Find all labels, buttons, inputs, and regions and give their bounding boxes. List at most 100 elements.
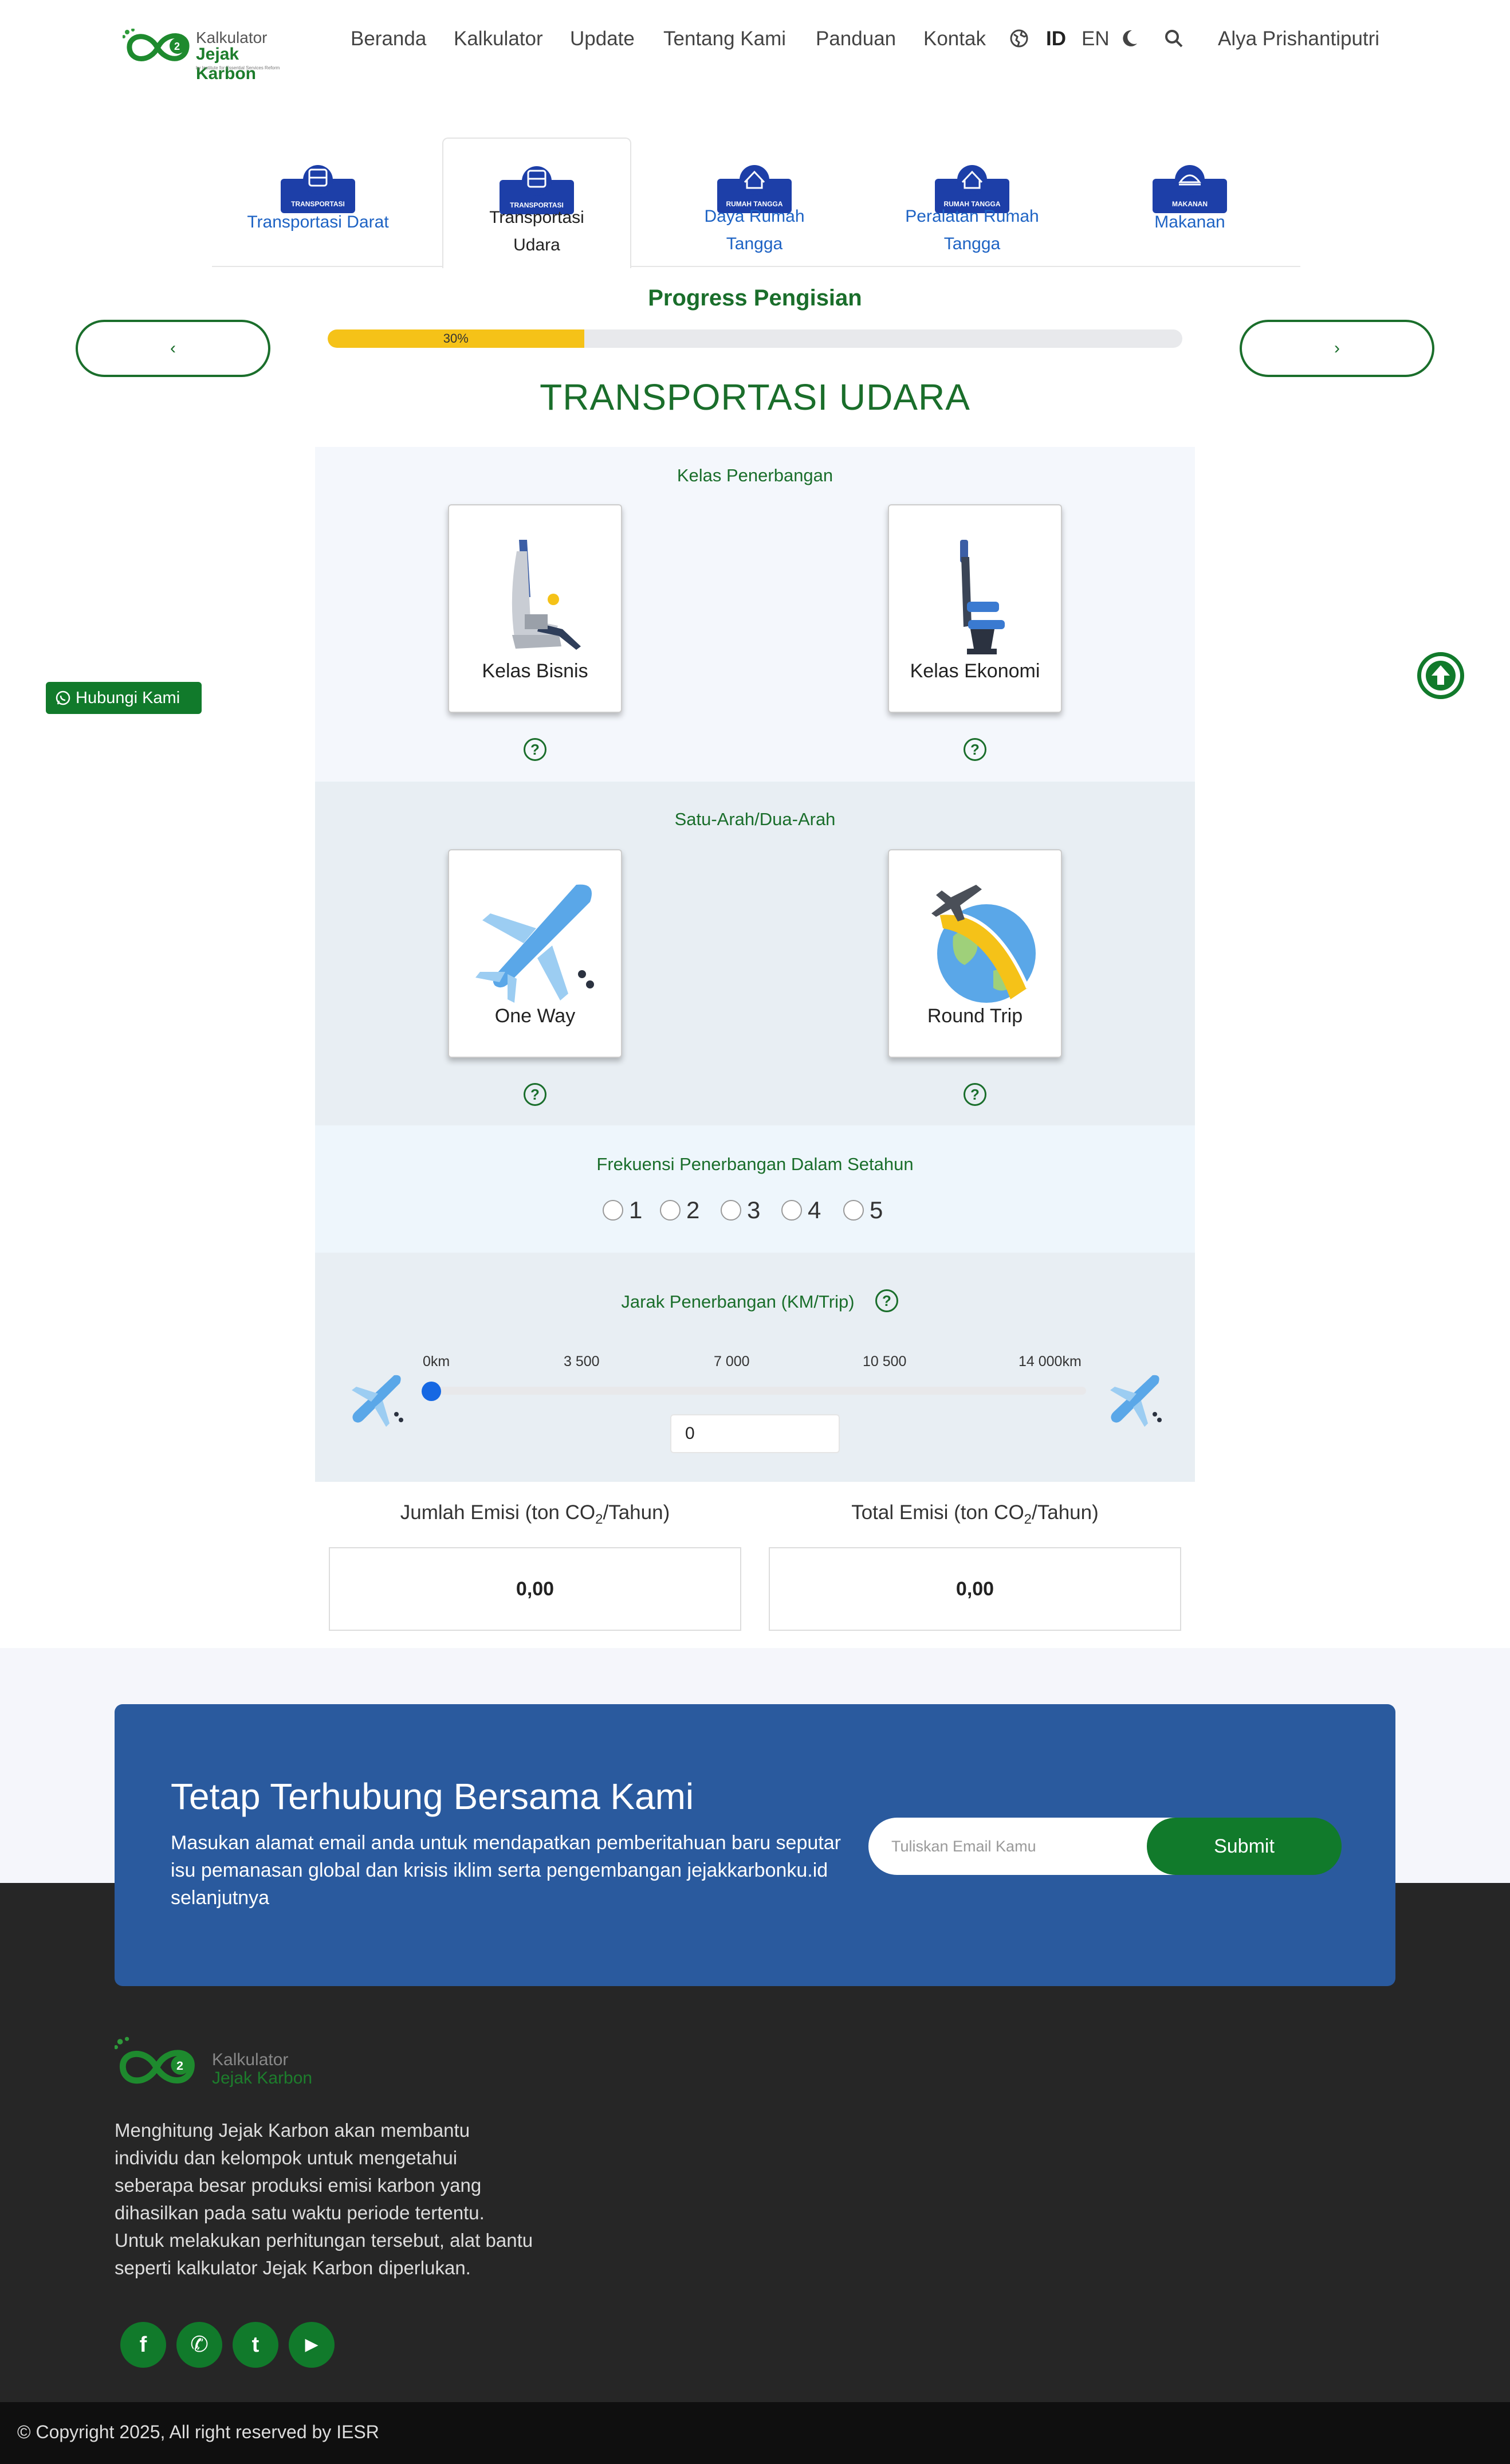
kelas-bisnis-card[interactable]: Kelas Bisnis [448,504,622,713]
label-text: /Tahun) [1032,1501,1099,1524]
nav-kontak[interactable]: Kontak [923,28,986,50]
jumlah-emisi-label: Jumlah Emisi (ton CO2/Tahun) [329,1501,741,1528]
youtube-icon[interactable]: ▶ [289,2322,335,2368]
nav-update[interactable]: Update [570,28,635,50]
radio-circle[interactable] [660,1200,681,1221]
slider-tick: 3 500 [564,1353,600,1370]
footer-brand-line1: Kalkulator [212,2050,289,2069]
nav-beranda[interactable]: Beranda [351,28,426,50]
tab-makanan[interactable]: MAKANAN Makanan [1095,138,1284,267]
footer-description: Menghitung Jejak Karbon akan membantu in… [115,2120,533,2278]
next-button[interactable]: › [1240,320,1434,377]
kelas-ekonomi-help-icon[interactable]: ? [964,738,986,761]
tab-label: Peralatan Rumah Tangga [905,207,1039,253]
kelas-bisnis-help-icon[interactable]: ? [524,738,546,761]
tab-label: Makanan [1154,213,1225,232]
kelas-ekonomi-card[interactable]: Kelas Ekonomi [888,504,1062,713]
globe-plane-icon [931,885,1036,1003]
jarak-slider-thumb[interactable] [422,1382,441,1401]
tab-peralatan-rumah-tangga[interactable]: RUMAH TANGGA Peralatan Rumah Tangga [878,138,1067,267]
slider-tick: 14 000km [1019,1353,1082,1370]
total-emisi-label: Total Emisi (ton CO2/Tahun) [769,1501,1181,1528]
radio-label: 4 [808,1196,821,1223]
lang-id[interactable]: ID [1046,28,1066,50]
nav-panduan[interactable]: Panduan [816,28,896,50]
whatsapp-icon[interactable]: ✆ [176,2322,222,2368]
nav-tentang-kami[interactable]: Tentang Kami [663,28,786,50]
one-way-label: One Way [494,1005,576,1027]
jumlah-emisi-value: 0,00 [329,1547,741,1631]
section-title: TRANSPORTASI UDARA [540,376,970,418]
radio-circle[interactable] [781,1200,802,1221]
newsletter-text: Masukan alamat email anda untuk mendapat… [171,1832,841,1909]
label-text: /Tahun) [603,1501,670,1524]
radio-label: 2 [686,1196,700,1223]
label-text: Jumlah Emisi (ton CO [400,1501,596,1524]
radio-circle[interactable] [603,1200,623,1221]
bus-icon: TRANSPORTASI [281,165,355,213]
scroll-top-button[interactable] [1417,652,1464,699]
hubungi-kami-label: Hubungi Kami [76,689,180,707]
arrow-up-icon [1426,661,1456,690]
globe-icon[interactable] [1009,29,1029,48]
brand-logo[interactable]: 2 Kalkulator Jejak Karbon by Institute f… [115,16,292,83]
tab-label: Daya Rumah Tangga [704,207,805,253]
brand-line2: Jejak Karbon [196,45,256,83]
round-trip-label: Round Trip [927,1005,1023,1027]
round-trip-help-icon[interactable]: ? [964,1083,986,1106]
round-trip-card[interactable]: Round Trip [888,849,1062,1058]
kelas-section: Kelas Penerbangan Kelas Bisnis Kelas Eko… [315,447,1195,782]
frekuensi-option-1[interactable]: 1 [603,1196,642,1224]
prev-button[interactable]: ‹ [76,320,270,377]
business-seat-icon [512,540,581,650]
tab-transportasi-darat[interactable]: TRANSPORTASI Transportasi Darat [223,138,412,267]
frekuensi-option-3[interactable]: 3 [721,1196,760,1224]
slider-tick: 7 000 [714,1353,750,1370]
label-sub: 2 [1024,1512,1032,1527]
frekuensi-option-4[interactable]: 4 [781,1196,821,1224]
frekuensi-option-5[interactable]: 5 [843,1196,883,1224]
jarak-heading: Jarak Penerbangan (KM/Trip) [621,1292,855,1312]
jarak-input[interactable]: 0 [670,1414,840,1453]
airplane-right-icon [1110,1375,1162,1427]
svg-text:2: 2 [174,41,180,52]
kelas-ekonomi-label: Kelas Ekonomi [910,660,1040,682]
nav-kalkulator[interactable]: Kalkulator [454,28,543,50]
user-name[interactable]: Alya Prishantiputri [1218,28,1379,50]
hubungi-kami-button[interactable]: Hubungi Kami [46,682,202,714]
kelas-heading: Kelas Penerbangan [677,465,833,485]
moon-icon[interactable] [1120,29,1139,48]
jarak-help-icon[interactable]: ? [875,1289,898,1312]
progress-label: 30% [443,331,469,346]
facebook-icon[interactable]: f [120,2322,166,2368]
arah-section: Satu-Arah/Dua-Arah One Way Round Trip ? … [315,782,1195,1125]
lang-en[interactable]: EN [1082,28,1110,50]
newsletter-card: Tetap Terhubung Bersama Kami Masukan ala… [115,1704,1395,1986]
economy-seat-icon [960,540,1005,654]
twitter-icon[interactable]: t [233,2322,278,2368]
frekuensi-section: Frekuensi Penerbangan Dalam Setahun [315,1125,1195,1253]
label-text: Total Emisi (ton CO [851,1501,1024,1524]
one-way-help-icon[interactable]: ? [524,1083,546,1106]
footer-logo[interactable]: 2 Kalkulator Jejak Karbon [115,2034,344,2097]
radio-label: 1 [629,1196,643,1223]
submit-button[interactable]: Submit [1147,1818,1342,1875]
tab-label: Transportasi Darat [247,213,389,232]
tab-label: Transportasi Udara [489,208,584,254]
radio-circle[interactable] [843,1200,864,1221]
total-emisi-value: 0,00 [769,1547,1181,1631]
label-sub: 2 [595,1512,603,1527]
radio-circle[interactable] [721,1200,741,1221]
tab-daya-rumah-tangga[interactable]: RUMAH TANGGA Daya Rumah Tangga [660,138,849,267]
radio-label: 5 [870,1196,883,1223]
search-icon[interactable] [1164,29,1183,48]
one-way-card[interactable]: One Way [448,849,622,1058]
airplane-icon [475,884,594,1003]
tab-transportasi-udara[interactable]: TRANSPORTASI Transportasi Udara [442,138,631,268]
jarak-slider[interactable] [425,1387,1086,1395]
frekuensi-option-2[interactable]: 2 [660,1196,699,1224]
header: 2 Kalkulator Jejak Karbon by Institute f… [0,0,1510,83]
brand-tagline: by Institute for Essential Services Refo… [196,65,280,70]
tab-icon-text: TRANSPORTASI [291,200,345,208]
arah-heading: Satu-Arah/Dua-Arah [674,809,836,829]
